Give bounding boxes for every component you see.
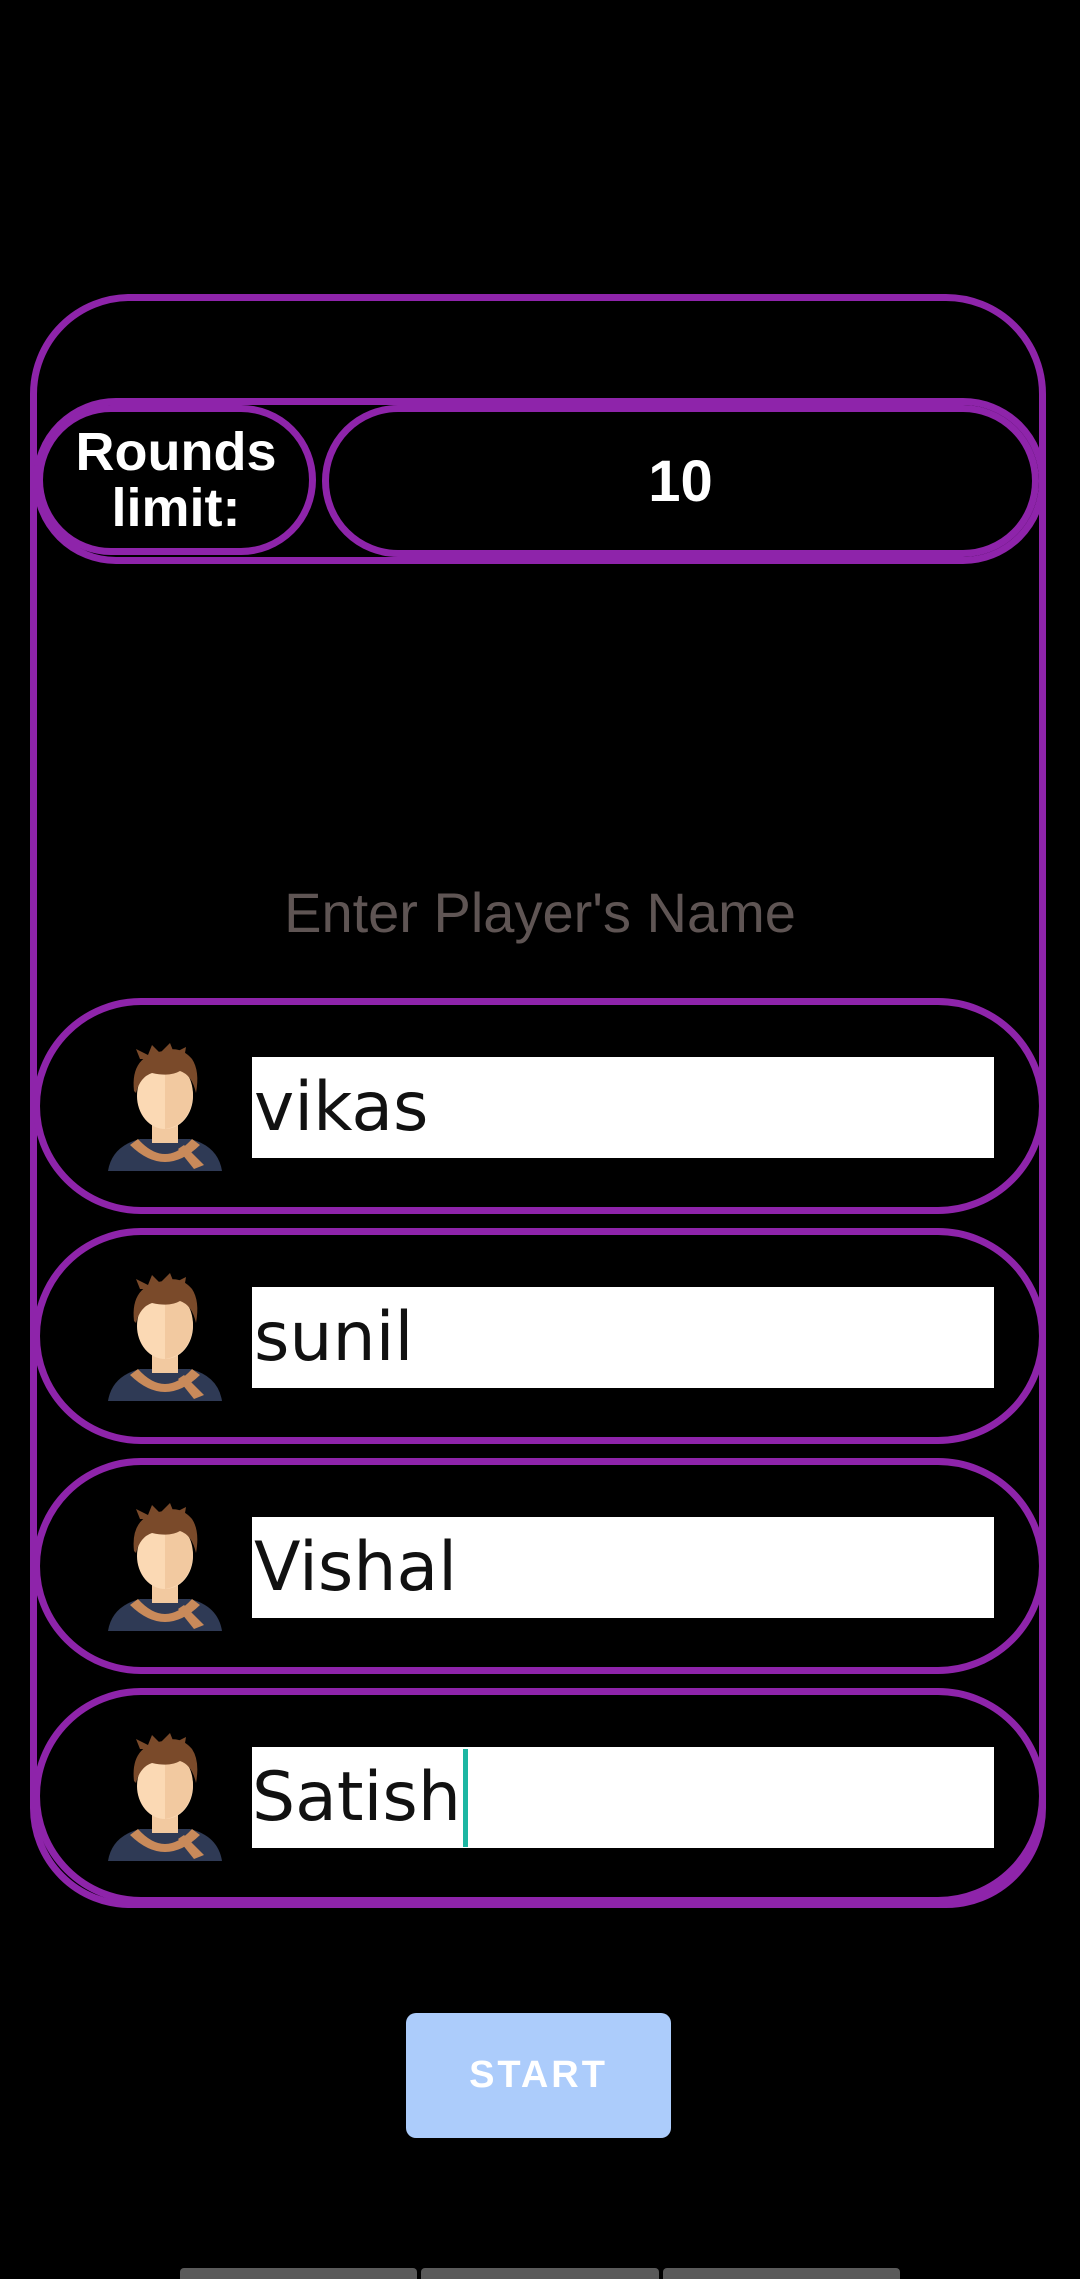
player-avatar-icon — [108, 1273, 222, 1401]
player-row — [33, 998, 1046, 1214]
player-row: Satish — [33, 1688, 1046, 1904]
player-name-input[interactable] — [252, 1287, 994, 1388]
nav-segment[interactable] — [662, 2268, 900, 2279]
rounds-limit-value-text: 10 — [648, 448, 713, 514]
player-name-input[interactable] — [252, 1517, 994, 1618]
player-row — [33, 1458, 1046, 1674]
system-nav-bar — [178, 2268, 902, 2279]
rounds-limit-label: Rounds limit: — [36, 405, 316, 555]
enter-player-name-hint: Enter Player's Name — [284, 881, 796, 944]
player-avatar-icon — [108, 1503, 222, 1631]
player-avatar-icon — [108, 1043, 222, 1171]
player-name-input[interactable] — [252, 1057, 994, 1158]
nav-segment[interactable] — [180, 2268, 418, 2279]
rounds-limit-value[interactable]: 10 — [322, 405, 1039, 557]
player-name-input-focused[interactable] — [252, 1747, 994, 1848]
start-button[interactable]: START — [406, 2013, 671, 2138]
player-avatar-icon — [108, 1733, 222, 1861]
player-row — [33, 1228, 1046, 1444]
rounds-limit-label-text: Rounds limit: — [75, 422, 277, 538]
nav-segment[interactable] — [421, 2268, 659, 2279]
